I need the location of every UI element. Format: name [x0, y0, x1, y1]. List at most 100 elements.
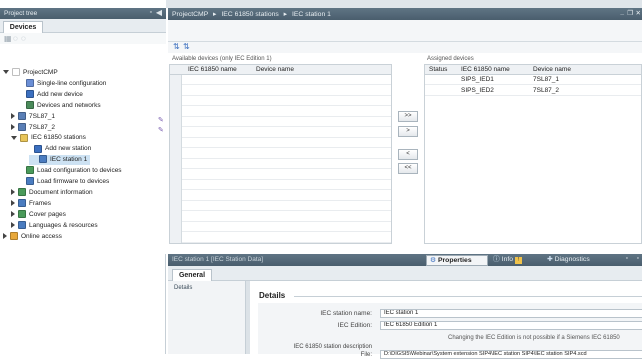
table-cell: SIPS_IED1	[461, 76, 494, 83]
breadcrumb-item[interactable]: IEC 61850 stations	[221, 11, 278, 18]
assign-button[interactable]: >	[398, 126, 418, 137]
available-rows	[182, 75, 391, 243]
collapse-arrow-icon[interactable]	[11, 123, 15, 130]
table-row[interactable]	[182, 117, 391, 127]
table-cell: 7SL87_2	[533, 86, 560, 94]
devices-tab-strip: Devices	[0, 19, 166, 33]
table-row[interactable]	[182, 191, 391, 201]
refresh-icon[interactable]: ◌	[13, 34, 18, 43]
tree-item[interactable]: 7SL87_2	[0, 122, 55, 133]
expand-all-icon[interactable]: ⇅	[173, 42, 180, 51]
breadcrumb-item[interactable]: IEC station 1	[292, 11, 331, 18]
tree-item-label: Add new station	[45, 145, 92, 153]
diagnostics-tab[interactable]: ✚ Diagnostics	[544, 255, 614, 266]
table-row[interactable]	[182, 107, 391, 117]
unassign-all-button[interactable]: <<	[398, 163, 418, 174]
column-header[interactable]: Device name	[533, 65, 571, 75]
collapse-arrow-icon[interactable]	[3, 232, 7, 239]
tree-item[interactable]: Devices and networks	[0, 100, 101, 111]
collapse-panel-icon[interactable]: ◀	[156, 8, 162, 17]
diagnostics-tab-label: Diagnostics	[554, 256, 590, 263]
tree-item[interactable]: Add new device	[0, 90, 83, 100]
tree-item-label: Load configuration to devices	[37, 167, 122, 175]
devices-tab-label: Devices	[9, 24, 37, 31]
table-row[interactable]: SIPS_IED1 7SL87_1	[425, 75, 641, 85]
tree-item[interactable]: 7SL87_1	[0, 111, 55, 122]
tree-item[interactable]: Cover pages	[0, 209, 66, 220]
iec-edition-field[interactable]: IEC 61850 Edition 1	[380, 321, 642, 330]
table-row[interactable]	[182, 138, 391, 148]
tree-item[interactable]: Load firmware to devices	[0, 177, 109, 187]
tree-item[interactable]: Add new station	[0, 144, 91, 154]
assign-all-button[interactable]: >>	[398, 111, 418, 122]
column-header[interactable]: IEC 61850 name	[461, 65, 510, 75]
properties-icon: ⚙	[430, 257, 437, 264]
properties-tab-label: Properties	[437, 257, 472, 264]
breadcrumb-item[interactable]: ProjectCMP	[172, 11, 208, 18]
expand-arrow-icon[interactable]	[11, 135, 17, 140]
column-header[interactable]: Device name	[256, 65, 294, 75]
collapse-arrow-icon[interactable]	[11, 200, 15, 207]
collapse-all-icon[interactable]: ⇅	[183, 42, 190, 51]
table-row[interactable]	[182, 128, 391, 138]
table-row[interactable]	[182, 159, 391, 169]
inspector-options-icon[interactable]: ▫	[626, 255, 628, 262]
table-row[interactable]: SIPS_IED2 7SL87_2	[425, 86, 641, 96]
table-row[interactable]	[182, 212, 391, 222]
panel-options-icon[interactable]: ▫	[150, 9, 152, 16]
side-nav-details[interactable]: Details	[174, 285, 192, 291]
collapse-arrow-icon[interactable]	[11, 189, 15, 196]
tree-item[interactable]: Single-line configuration	[0, 79, 106, 89]
devices-tab[interactable]: Devices	[3, 21, 43, 33]
tree-item[interactable]: ProjectCMP	[0, 68, 58, 78]
inspector-collapse-icon[interactable]: ▫	[637, 255, 639, 262]
properties-tab[interactable]: ⚙ Properties	[426, 255, 488, 266]
inspector-header: IEC station 1 [IEC Station Data] ⚙ Prope…	[168, 254, 642, 266]
cover-pages-icon	[18, 209, 26, 218]
tree-item[interactable]: IEC 61850 stations	[0, 133, 86, 143]
collapse-arrow-icon[interactable]	[11, 112, 15, 119]
info-tab-label: Info	[501, 256, 514, 263]
restore-button[interactable]: ❐	[627, 9, 633, 17]
load-firmware-icon	[26, 177, 34, 186]
table-row[interactable]	[182, 180, 391, 190]
tree-item-label: Single-line configuration	[37, 79, 107, 87]
file-path-field[interactable]: D:\DIGSI5\Webinar\System extension SIP4\…	[380, 350, 642, 359]
table-row[interactable]	[182, 201, 391, 211]
table-row[interactable]	[182, 86, 391, 96]
minimize-button[interactable]: _	[620, 9, 624, 16]
tree-item[interactable]: Document information	[0, 188, 93, 198]
assigned-devices-title: Assigned devices	[427, 56, 474, 62]
single-line-icon	[26, 79, 34, 88]
grid-view-icon[interactable]: ▦	[4, 34, 12, 43]
table-row[interactable]	[182, 233, 391, 243]
document-icon	[18, 188, 26, 197]
tree-item-label: Load firmware to devices	[37, 178, 110, 185]
table-row[interactable]	[182, 149, 391, 159]
inspector-title: IEC station 1 [IEC Station Data]	[172, 256, 264, 263]
collapse-arrow-icon[interactable]	[11, 210, 15, 217]
table-row[interactable]	[182, 170, 391, 180]
table-row[interactable]	[182, 96, 391, 106]
tree-item[interactable]: Frames	[0, 199, 51, 209]
column-header[interactable]: Status	[429, 65, 447, 75]
tree-item[interactable]: Load configuration to devices	[0, 166, 122, 176]
tree-item[interactable]: Online access	[0, 231, 62, 242]
table-row[interactable]	[182, 75, 391, 85]
column-header[interactable]: IEC 61850 name	[188, 65, 237, 75]
station-name-field[interactable]: IEC station 1	[380, 309, 642, 318]
close-button[interactable]: ✕	[636, 9, 641, 17]
table-row[interactable]	[182, 222, 391, 232]
tree-item[interactable]: IEC station 1	[29, 155, 91, 166]
unassign-button[interactable]: <	[398, 149, 418, 160]
device-icon	[18, 122, 26, 131]
left-panel-bottom	[0, 254, 166, 354]
tree-item-label: Online access	[21, 232, 62, 240]
info-tab[interactable]: ⓘ Info !	[490, 255, 540, 266]
expand-arrow-icon[interactable]	[3, 70, 9, 75]
sync-icon[interactable]: ◌	[21, 34, 26, 43]
tree-item[interactable]: Languages & resources	[0, 220, 98, 231]
general-tab[interactable]: General	[172, 269, 212, 281]
collapse-arrow-icon[interactable]	[11, 221, 15, 228]
details-section-title: Details	[259, 291, 286, 300]
